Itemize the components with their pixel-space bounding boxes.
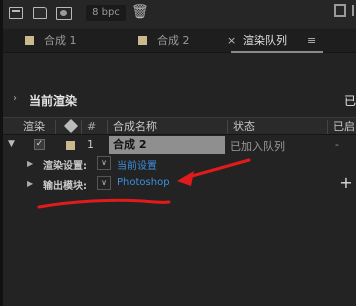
tab-render-queue[interactable]: × 渲染队列 ≡ — [227, 29, 323, 53]
add-output-module-button[interactable]: + — [337, 175, 355, 191]
column-header: 渲染 # 合成名称 状态 已启 — [3, 117, 356, 135]
current-render-section: › 当前渲染 已 — [3, 90, 356, 110]
toolbar: 8 bpc 🗑 — [3, 0, 356, 28]
chevron-right-icon[interactable]: › — [13, 93, 17, 104]
red-underline-annotation — [37, 198, 171, 209]
output-module-row: ▶ 输出模块: ∨ Photoshop + — [3, 175, 356, 193]
column-status[interactable]: 状态 — [233, 119, 255, 135]
menu-icon[interactable]: ≡ — [307, 29, 316, 53]
render-queue-panel: 8 bpc 🗑 合成 1 合成 2 × 渲染队列 ≡ › 当前渲染 已 渲染 #… — [0, 0, 356, 306]
queue-item-started: - — [335, 138, 339, 151]
column-divider — [107, 120, 108, 134]
current-render-title: 当前渲染 — [29, 94, 78, 108]
output-module-link[interactable]: Photoshop — [117, 177, 170, 188]
panel-icon[interactable] — [334, 4, 346, 17]
current-render-elapsed-label: 已 — [344, 94, 356, 108]
comp-color-swatch — [25, 36, 34, 45]
tab-label: 合成 2 — [157, 34, 190, 47]
comp-color-swatch[interactable] — [66, 141, 75, 150]
panel-edge-icon — [352, 5, 356, 16]
column-divider — [55, 120, 56, 134]
tab-comp-2[interactable]: 合成 2 — [138, 29, 190, 53]
active-tab-indicator — [231, 51, 323, 53]
column-started[interactable]: 已启 — [333, 119, 355, 135]
expand-triangle-icon[interactable]: ▶ — [27, 159, 33, 168]
comp-color-swatch — [138, 36, 147, 45]
tab-label: 合成 1 — [44, 34, 77, 47]
queue-item-number: 1 — [87, 138, 94, 151]
render-checkbox[interactable]: ✓ — [34, 139, 45, 150]
render-queue-item[interactable]: ▼ ✓ 1 合成 2 已加入队列 - — [3, 136, 356, 154]
expand-triangle-icon[interactable]: ▶ — [27, 179, 33, 188]
tab-bar: 合成 1 合成 2 × 渲染队列 ≡ — [3, 29, 356, 53]
column-render[interactable]: 渲染 — [23, 119, 45, 135]
trash-icon[interactable]: 🗑 — [131, 4, 149, 20]
expand-triangle-icon[interactable]: ▼ — [8, 139, 15, 149]
column-number[interactable]: # — [87, 119, 96, 135]
chevron-down-icon[interactable]: ∨ — [97, 176, 111, 190]
folder-icon[interactable] — [33, 7, 47, 19]
render-settings-label: 渲染设置: — [43, 161, 87, 172]
close-icon[interactable]: × — [227, 29, 236, 53]
tab-comp-1[interactable]: 合成 1 — [25, 29, 77, 53]
output-module-label: 输出模块: — [43, 181, 87, 192]
render-settings-row: ▶ 渲染设置: ∨ 当前设置 — [3, 155, 356, 173]
column-divider — [327, 120, 328, 134]
render-settings-link[interactable]: 当前设置 — [117, 157, 157, 172]
layers-icon[interactable] — [9, 7, 23, 19]
column-divider — [81, 120, 82, 134]
bit-depth-button[interactable]: 8 bpc — [86, 5, 126, 21]
queue-item-status: 已加入队列 — [230, 140, 285, 153]
tab-label: 渲染队列 — [243, 34, 287, 47]
label-tag-icon[interactable] — [63, 118, 79, 134]
queue-item-comp-name[interactable]: 合成 2 — [109, 136, 225, 154]
column-comp-name[interactable]: 合成名称 — [113, 119, 157, 135]
column-divider — [227, 120, 228, 134]
composition-icon[interactable] — [56, 7, 72, 20]
chevron-down-icon[interactable]: ∨ — [97, 156, 111, 170]
